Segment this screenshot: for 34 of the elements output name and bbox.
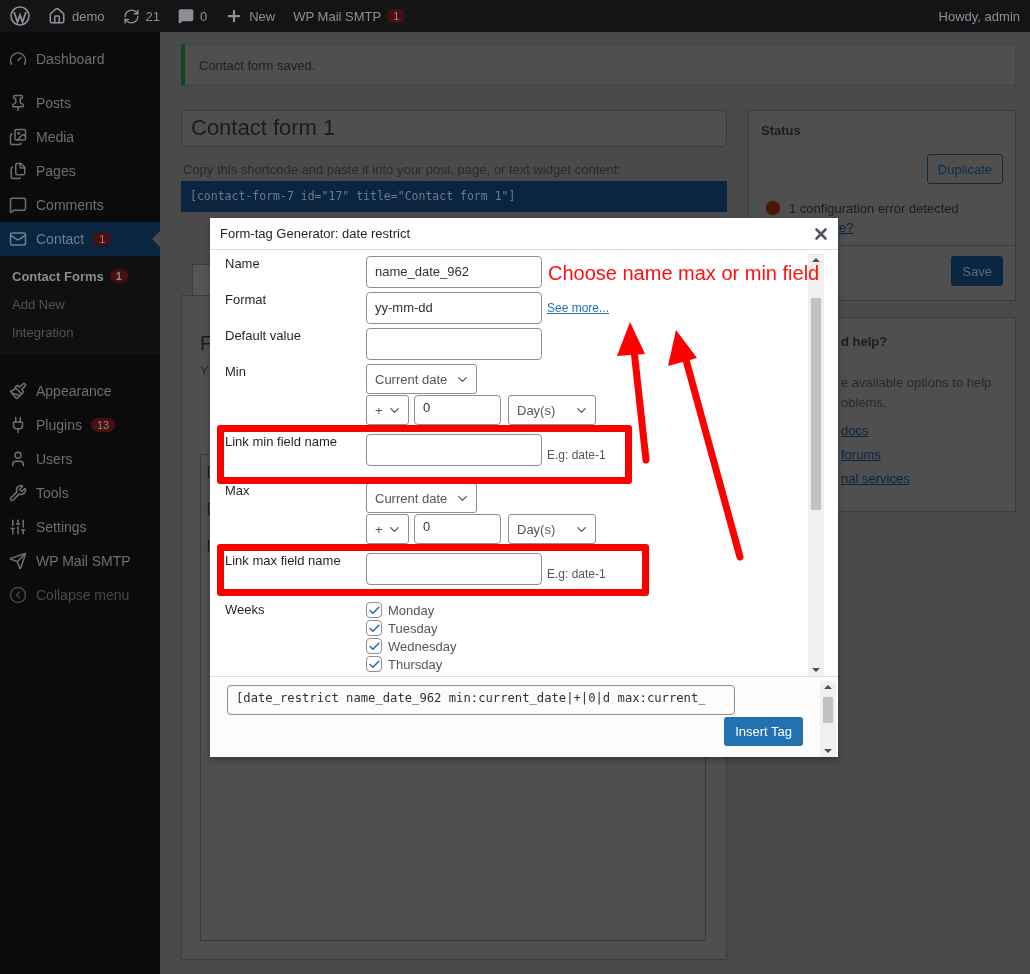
menu-label: Pages	[36, 163, 76, 179]
dialog-title: Form-tag Generator: date restrict	[220, 226, 410, 241]
count-badge: 1	[109, 269, 128, 283]
menu-label: Users	[36, 451, 73, 467]
count-badge: 1	[93, 232, 112, 246]
field-label: Link max field name	[225, 552, 341, 568]
submenu-label: Integration	[12, 324, 74, 340]
editor-text: [	[207, 537, 211, 552]
menu-label: Media	[36, 129, 75, 145]
submenu-label: Contact Forms	[12, 268, 104, 284]
submenu-label: Add New	[12, 296, 65, 312]
field-hint: E.g: date-1	[547, 446, 606, 462]
annotation-text: Choose name max or min field	[548, 262, 820, 285]
field-label: Weeks	[225, 601, 265, 617]
field-label: Max	[225, 482, 250, 498]
editor-text: [	[207, 463, 211, 478]
field-label: Link min field name	[225, 433, 337, 449]
editor-text: [	[207, 500, 211, 515]
menu-label: Tools	[36, 485, 69, 501]
menu-label: Comments	[36, 197, 104, 213]
field-hint: E.g: date-1	[547, 565, 606, 581]
field-label: Default value	[225, 327, 301, 343]
menu-label: Plugins	[36, 417, 82, 433]
field-label: Name	[225, 255, 260, 271]
menu-label: Contact	[36, 231, 85, 247]
count-badge: 13	[90, 418, 116, 432]
menu-label: Posts	[36, 95, 71, 111]
field-label: Format	[225, 291, 267, 307]
notification-badge: 1	[387, 9, 406, 23]
menu-label: Appearance	[36, 383, 112, 399]
menu-label: Dashboard	[36, 51, 105, 67]
menu-label: WP Mail SMTP	[36, 553, 131, 569]
menu-label: Settings	[36, 519, 87, 535]
field-label: Min	[225, 363, 246, 379]
